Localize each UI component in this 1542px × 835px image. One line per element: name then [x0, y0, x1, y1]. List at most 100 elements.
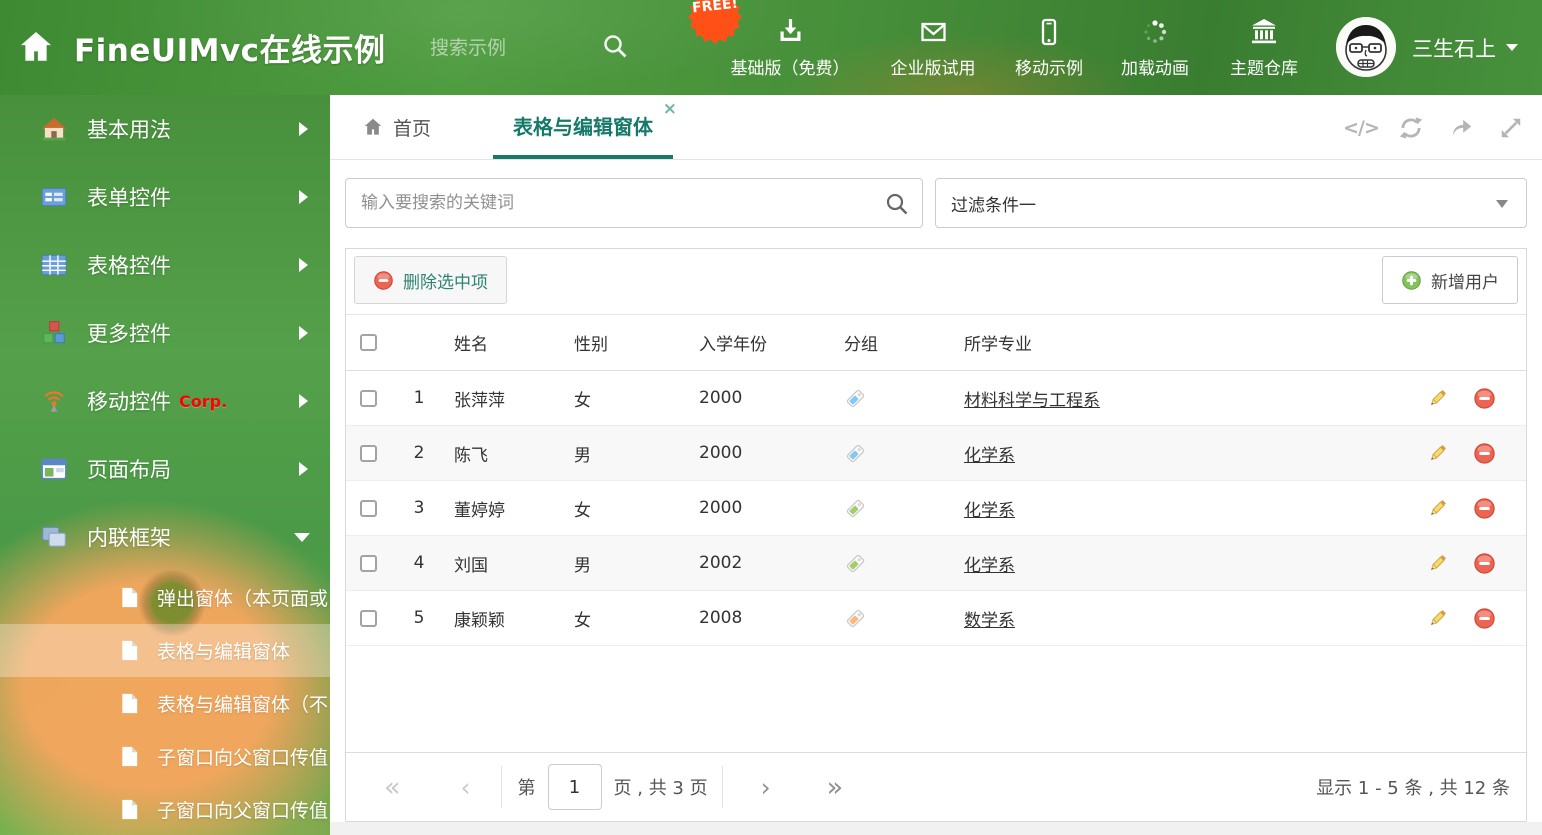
prev-page-button[interactable]: ‹ — [461, 775, 471, 800]
tag-icon — [844, 607, 867, 630]
sidebar-item-page-layout[interactable]: 页面布局 — [0, 435, 330, 503]
nav-enterprise-trial[interactable]: 企业版试用 — [891, 0, 976, 95]
search-icon[interactable] — [884, 191, 910, 217]
edit-icon[interactable] — [1426, 442, 1449, 465]
major-link[interactable]: 材料科学与工程系 — [964, 391, 1100, 411]
page-number-input[interactable] — [547, 764, 602, 810]
keyword-search-input[interactable] — [346, 179, 922, 227]
first-page-button[interactable]: « — [384, 774, 401, 801]
source-code-icon[interactable]: </> — [1343, 115, 1380, 141]
sidebar-item-form-controls[interactable]: 表单控件 — [0, 163, 330, 231]
sidebar-subitem-child-to-parent-2[interactable]: 子窗口向父窗口传值... — [0, 783, 346, 835]
expand-icon[interactable] — [1498, 115, 1524, 141]
edit-icon[interactable] — [1426, 607, 1449, 630]
sidebar-subitem-child-to-parent[interactable]: 子窗口向父窗口传值 — [0, 730, 330, 783]
page-bottom-strip — [330, 822, 1542, 835]
delete-icon[interactable] — [1473, 497, 1496, 520]
user-menu[interactable]: 三生石上 — [1412, 0, 1518, 95]
edit-icon[interactable] — [1426, 387, 1449, 410]
last-page-button[interactable]: » — [827, 774, 844, 801]
header-search[interactable] — [430, 0, 580, 95]
tab-grid-edit-window[interactable]: 表格与编辑窗体 × — [493, 95, 677, 159]
nav-basic-edition[interactable]: 基础版（免费） — [731, 0, 850, 95]
column-header-major[interactable]: 所学专业 — [954, 330, 1376, 355]
table-row[interactable]: 3 董婷婷 女 2000 化学系 — [346, 481, 1526, 536]
nav-mobile-examples[interactable]: 移动示例 — [1015, 0, 1083, 95]
sidebar-item-inline-frames[interactable]: 内联框架 — [0, 503, 330, 571]
sidebar-subitem-grid-edit-window-2[interactable]: 表格与编辑窗体（不... — [0, 677, 346, 730]
download-icon — [774, 16, 806, 48]
delete-icon[interactable] — [1473, 442, 1496, 465]
header-search-input[interactable] — [430, 36, 580, 59]
select-all-checkbox[interactable] — [360, 334, 377, 351]
filter-dropdown-value: 过滤条件一 — [951, 195, 1036, 216]
table-empty-space — [346, 646, 1526, 752]
close-icon[interactable]: × — [663, 101, 677, 118]
home-icon[interactable] — [16, 27, 56, 67]
next-page-button[interactable]: › — [761, 775, 771, 800]
row-checkbox[interactable] — [360, 609, 377, 627]
table-row[interactable]: 4 刘国 男 2002 化学系 — [346, 536, 1526, 591]
top-header: FineUIMvc在线示例 FREE! 基础版（免费） 企业版试用 — [0, 0, 1542, 95]
sidebar-item-more-controls[interactable]: 更多控件 — [0, 299, 330, 367]
tab-home[interactable]: 首页 — [362, 95, 431, 159]
row-gender: 女 — [574, 500, 591, 521]
sidebar-item-label: 内联框架 — [87, 526, 171, 550]
nav-label: 移动示例 — [1015, 59, 1083, 79]
avatar[interactable] — [1336, 17, 1396, 77]
delete-icon[interactable] — [1473, 552, 1496, 575]
column-header-group[interactable]: 分组 — [834, 330, 954, 355]
nav-loading-animations[interactable]: 加载动画 — [1121, 0, 1189, 95]
major-link[interactable]: 化学系 — [964, 501, 1015, 521]
sidebar-item-basic-usage[interactable]: 基本用法 — [0, 95, 330, 163]
filter-dropdown[interactable]: 过滤条件一 — [935, 178, 1527, 228]
delete-icon[interactable] — [1473, 387, 1496, 410]
delete-icon[interactable] — [1473, 607, 1496, 630]
major-link[interactable]: 数学系 — [964, 611, 1015, 631]
edit-icon[interactable] — [1426, 497, 1449, 520]
nav-theme-store[interactable]: 主题仓库 — [1230, 0, 1298, 95]
keyword-search[interactable] — [345, 178, 923, 228]
major-link[interactable]: 化学系 — [964, 556, 1015, 576]
column-header-gender[interactable]: 性别 — [564, 330, 689, 355]
sidebar-item-grid-controls[interactable]: 表格控件 — [0, 231, 330, 299]
share-icon[interactable] — [1448, 115, 1474, 141]
table-header: 姓名 性别 入学年份 分组 所学专业 — [346, 314, 1526, 371]
row-checkbox[interactable] — [360, 444, 377, 462]
row-year: 2002 — [699, 553, 743, 573]
sidebar-subitem-grid-edit-window[interactable]: 表格与编辑窗体 — [0, 624, 330, 677]
edit-icon[interactable] — [1426, 552, 1449, 575]
sidebar-item-mobile-controls[interactable]: 移动控件 Corp. — [0, 367, 330, 435]
chevron-right-icon — [299, 122, 308, 136]
search-icon[interactable] — [600, 31, 630, 61]
row-index: 1 — [413, 388, 425, 408]
table-row[interactable]: 1 张萍萍 女 2000 材料科学与工程系 — [346, 371, 1526, 426]
filter-row: 过滤条件一 — [330, 160, 1542, 248]
row-index: 5 — [413, 608, 425, 628]
row-checkbox[interactable] — [360, 554, 377, 572]
delete-selected-button[interactable]: 删除选中项 — [354, 256, 507, 304]
sidebar: 基本用法 表单控件 表格控件 更多控件 移动控件 Corp. 页面布局 内联框架… — [0, 95, 346, 835]
sidebar-subitem-label: 子窗口向父窗口传值 — [157, 747, 329, 769]
row-name: 康颖颖 — [454, 610, 505, 631]
column-header-year[interactable]: 入学年份 — [689, 330, 834, 355]
add-user-button[interactable]: 新增用户 — [1382, 256, 1518, 304]
row-checkbox[interactable] — [360, 499, 377, 517]
table-row[interactable]: 5 康颖颖 女 2008 数学系 — [346, 591, 1526, 646]
row-name: 刘国 — [454, 555, 488, 576]
row-checkbox[interactable] — [360, 389, 377, 407]
mobile-icon — [1033, 16, 1065, 48]
chevron-right-icon — [299, 326, 308, 340]
refresh-icon[interactable] — [1398, 115, 1424, 141]
major-link[interactable]: 化学系 — [964, 446, 1015, 466]
app-title: FineUIMvc在线示例 — [74, 33, 386, 69]
page-icon — [118, 639, 141, 662]
column-header-name[interactable]: 姓名 — [444, 330, 564, 355]
row-name: 陈飞 — [454, 445, 488, 466]
table-row[interactable]: 2 陈飞 男 2000 化学系 — [346, 426, 1526, 481]
tag-icon — [844, 387, 867, 410]
sidebar-subitem-popup-window[interactable]: 弹出窗体（本页面或... — [0, 571, 346, 624]
form-icon — [40, 183, 68, 211]
chevron-right-icon — [299, 258, 308, 272]
page-icon — [118, 692, 141, 715]
